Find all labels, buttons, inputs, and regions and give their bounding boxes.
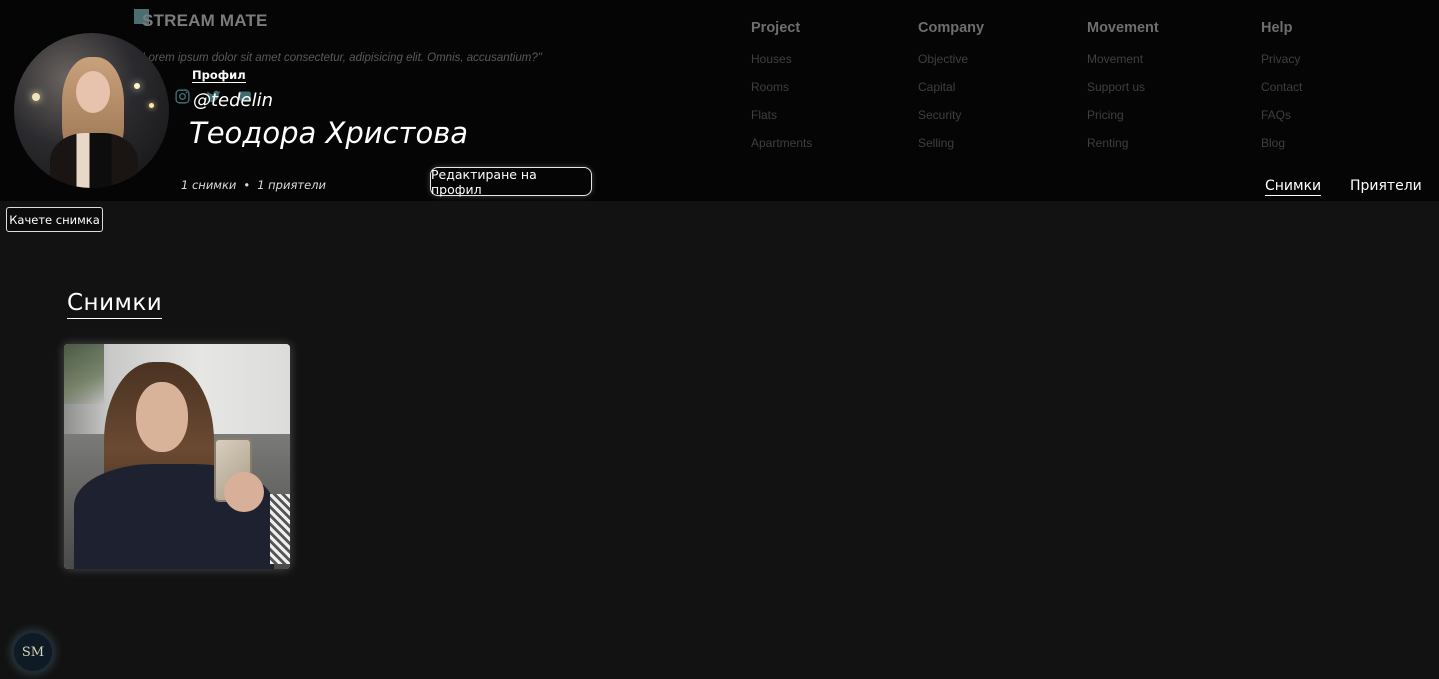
link-security[interactable]: Security [918,108,984,136]
friends-count: 1 приятели [257,178,326,192]
brand-name[interactable]: STREAM MATE [142,11,268,31]
link-column-project: Project Houses Rooms Flats Apartments [751,20,812,164]
app-badge[interactable]: SM [12,631,54,673]
link-capital[interactable]: Capital [918,80,984,108]
link-flats[interactable]: Flats [751,108,812,136]
edit-profile-button[interactable]: Редактиране на профил [430,167,592,197]
link-privacy[interactable]: Privacy [1261,52,1302,80]
link-houses[interactable]: Houses [751,52,812,80]
link-faqs[interactable]: FAQs [1261,108,1302,136]
link-contact[interactable]: Contact [1261,80,1302,108]
link-column-movement: Movement Movement Support us Pricing Ren… [1087,20,1159,164]
link-pricing[interactable]: Pricing [1087,108,1159,136]
profile-avatar[interactable] [14,33,169,188]
link-movement[interactable]: Movement [1087,52,1159,80]
link-column-title: Help [1261,20,1293,36]
link-column-help: Help Privacy Contact FAQs Blog [1261,20,1302,164]
link-support-us[interactable]: Support us [1087,80,1159,108]
badge-text: SM [21,644,45,660]
brand-tagline: "Lorem ipsum dolor sit amet consectetur,… [138,52,542,64]
profile-section-label[interactable]: Профил [192,68,246,83]
upload-photo-button[interactable]: Качете снимка [6,207,103,232]
separator-dot: • [243,178,251,192]
photos-section-title: Снимки [67,289,163,319]
instagram-icon[interactable] [174,88,191,105]
profile-header: STREAM MATE "Lorem ipsum dolor sit amet … [0,0,1439,201]
link-objective[interactable]: Objective [918,52,984,80]
link-rooms[interactable]: Rooms [751,80,812,108]
photos-count: 1 снимки [181,178,237,192]
tab-friends[interactable]: Приятели [1350,177,1422,195]
link-column-title: Project [751,20,801,36]
tab-photos[interactable]: Снимки [1265,177,1322,196]
link-renting[interactable]: Renting [1087,136,1159,164]
link-blog[interactable]: Blog [1261,136,1302,164]
profile-username: @tedelin [193,90,274,111]
link-column-title: Movement [1087,20,1159,36]
link-column-title: Company [918,20,985,36]
link-apartments[interactable]: Apartments [751,136,812,164]
link-selling[interactable]: Selling [918,136,984,164]
profile-full-name: Теодора Христова [189,116,469,150]
link-column-company: Company Objective Capital Security Selli… [918,20,984,164]
photo-thumbnail[interactable] [64,344,290,569]
profile-page: STREAM MATE "Lorem ipsum dolor sit amet … [0,0,1439,679]
profile-stats: 1 снимки • 1 приятели [181,178,326,192]
